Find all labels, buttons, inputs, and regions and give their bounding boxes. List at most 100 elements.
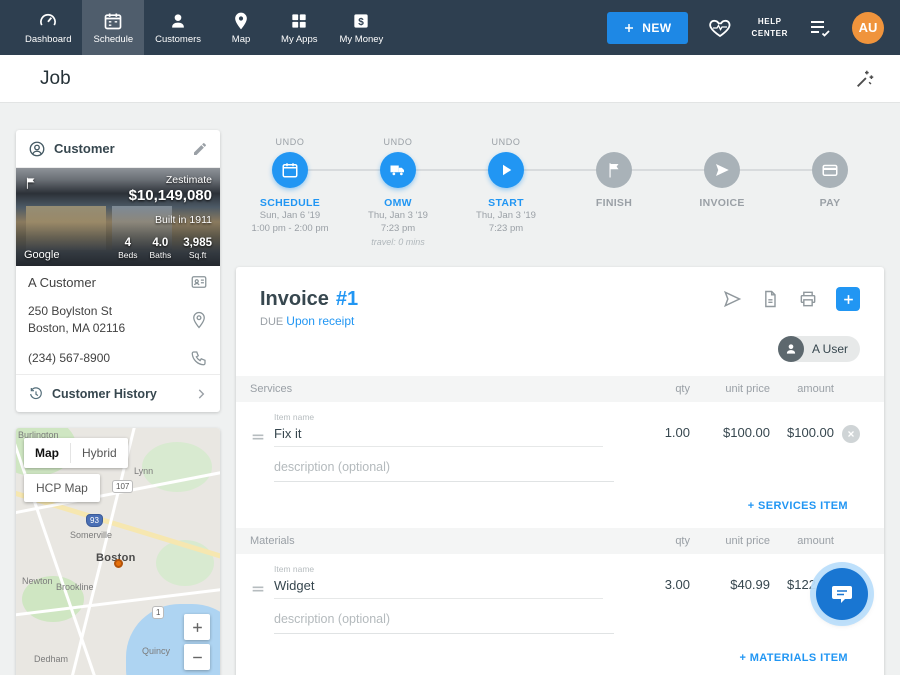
add-invoice-button[interactable]: [836, 287, 860, 311]
due-label: DUE: [260, 316, 283, 328]
material-description-row: [236, 609, 884, 634]
amount-column-header: amount: [770, 535, 834, 547]
help-line2: CENTER: [752, 28, 789, 39]
help-center-link[interactable]: HELP CENTER: [752, 16, 789, 38]
service-description-input[interactable]: [274, 457, 614, 482]
service-item-name-input[interactable]: [274, 424, 603, 447]
service-unit-price[interactable]: $100.00: [690, 425, 770, 447]
map-pin-icon: [231, 11, 251, 31]
invoice-card: Invoice #1 D: [236, 267, 884, 675]
material-item-name-input[interactable]: [274, 576, 603, 599]
zoom-in-button[interactable]: [184, 614, 210, 640]
top-navbar: Dashboard Schedule Customers Map: [0, 0, 900, 55]
edit-customer-icon[interactable]: [192, 141, 208, 157]
edit-list-icon[interactable]: [808, 16, 832, 40]
undo-omw-button[interactable]: UNDO: [384, 136, 413, 148]
add-material-item-button[interactable]: + MATERIALS ITEM: [739, 652, 848, 664]
map-view-button[interactable]: Map: [24, 438, 70, 468]
assignee-chip[interactable]: A User: [778, 336, 860, 362]
assignee-row: A User: [236, 328, 884, 362]
drag-handle-icon[interactable]: [250, 581, 266, 597]
nav-item-schedule[interactable]: Schedule: [82, 0, 144, 55]
nav-label: Map: [232, 34, 250, 45]
money-icon: $: [351, 11, 371, 31]
heart-icon[interactable]: [708, 16, 732, 40]
add-material-row: + MATERIALS ITEM: [236, 648, 884, 666]
start-step-icon[interactable]: [488, 152, 524, 188]
job-tools-icon[interactable]: [854, 68, 876, 90]
undo-schedule-button[interactable]: UNDO: [276, 136, 305, 148]
invoice-title: Invoice: [260, 288, 329, 311]
route-shield: 107: [112, 480, 133, 493]
beds-value: 4: [118, 237, 137, 249]
add-service-item-button[interactable]: + SERVICES ITEM: [748, 500, 848, 512]
baths-label: Baths: [149, 250, 171, 260]
step-label: OMW: [384, 197, 412, 209]
hybrid-view-button[interactable]: Hybrid: [71, 438, 128, 468]
map-canvas[interactable]: Burlington Lynn Somerville Boston Newton…: [16, 428, 220, 675]
route-shield: 1: [152, 606, 164, 619]
step-date: Thu, Jan 3 '19: [476, 209, 536, 222]
phone-icon[interactable]: [190, 349, 208, 367]
contact-card-icon[interactable]: [190, 273, 208, 291]
step-omw: UNDO OMW Thu, Jan 3 '19 7:23 pm travel: …: [344, 136, 452, 256]
customer-card-header: Customer: [16, 130, 220, 168]
baths-value: 4.0: [149, 237, 171, 249]
invoice-number-link[interactable]: #1: [336, 288, 358, 311]
omw-step-icon[interactable]: [380, 152, 416, 188]
chat-icon: [830, 582, 854, 606]
nav-item-my-money[interactable]: $ My Money: [328, 0, 394, 55]
step-start: UNDO START Thu, Jan 3 '19 7:23 pm: [452, 136, 560, 256]
step-travel: travel: 0 mins: [371, 236, 425, 249]
customer-address-row: 250 Boylston St Boston, MA 02116: [16, 298, 220, 342]
schedule-icon: [103, 11, 123, 31]
undo-start-button[interactable]: UNDO: [492, 136, 521, 148]
nav-item-my-apps[interactable]: My Apps: [270, 0, 328, 55]
nav-item-dashboard[interactable]: Dashboard: [14, 0, 82, 55]
built-year: Built in 1911: [129, 214, 212, 226]
invoice-step-icon[interactable]: [704, 152, 740, 188]
remove-item-icon[interactable]: [842, 425, 860, 443]
job-location-marker: [114, 559, 123, 568]
hcp-map-button[interactable]: HCP Map: [24, 474, 100, 502]
pdf-icon[interactable]: [760, 289, 780, 309]
unit-price-column-header: unit price: [690, 383, 770, 395]
material-unit-price[interactable]: $40.99: [690, 577, 770, 599]
customer-history-row[interactable]: Customer History: [16, 374, 220, 412]
map-label: Lynn: [134, 466, 153, 476]
print-icon[interactable]: [798, 289, 818, 309]
customers-icon: [168, 11, 188, 31]
chevron-right-icon: [194, 387, 208, 401]
due-terms-link[interactable]: Upon receipt: [286, 314, 354, 328]
beds-label: Beds: [118, 250, 137, 260]
invoice-actions: [722, 287, 860, 311]
pay-step-icon[interactable]: [812, 152, 848, 188]
customer-name: A Customer: [28, 275, 96, 290]
nav-item-map[interactable]: Map: [212, 0, 270, 55]
material-qty[interactable]: 3.00: [620, 577, 690, 599]
nav-right: NEW HELP CENTER AU: [607, 0, 900, 55]
sqft-value: 3,985: [183, 237, 212, 249]
unit-price-column-header: unit price: [690, 535, 770, 547]
qty-column-header: qty: [620, 535, 690, 547]
material-description-input[interactable]: [274, 609, 614, 634]
nav-item-customers[interactable]: Customers: [144, 0, 212, 55]
photo-storefront-glass: [26, 206, 106, 250]
property-stats: 4Beds 4.0Baths 3,985Sq.ft: [118, 237, 212, 260]
user-avatar[interactable]: AU: [852, 12, 884, 44]
customer-history-label: Customer History: [52, 387, 157, 401]
chat-launcher-button[interactable]: [816, 568, 868, 620]
nav-label: Dashboard: [25, 34, 71, 45]
drag-handle-icon[interactable]: [250, 429, 266, 445]
location-pin-icon[interactable]: [190, 311, 208, 329]
service-amount: $100.00: [770, 425, 834, 447]
new-button[interactable]: NEW: [607, 12, 687, 44]
schedule-step-icon[interactable]: [272, 152, 308, 188]
send-invoice-icon[interactable]: [722, 289, 742, 309]
service-qty[interactable]: 1.00: [620, 425, 690, 447]
finish-step-icon[interactable]: [596, 152, 632, 188]
step-label: START: [488, 197, 524, 209]
zestimate-block: Zestimate $10,149,080 Built in 1911: [129, 174, 212, 226]
zoom-out-button[interactable]: [184, 644, 210, 670]
step-label: FINISH: [596, 197, 632, 209]
